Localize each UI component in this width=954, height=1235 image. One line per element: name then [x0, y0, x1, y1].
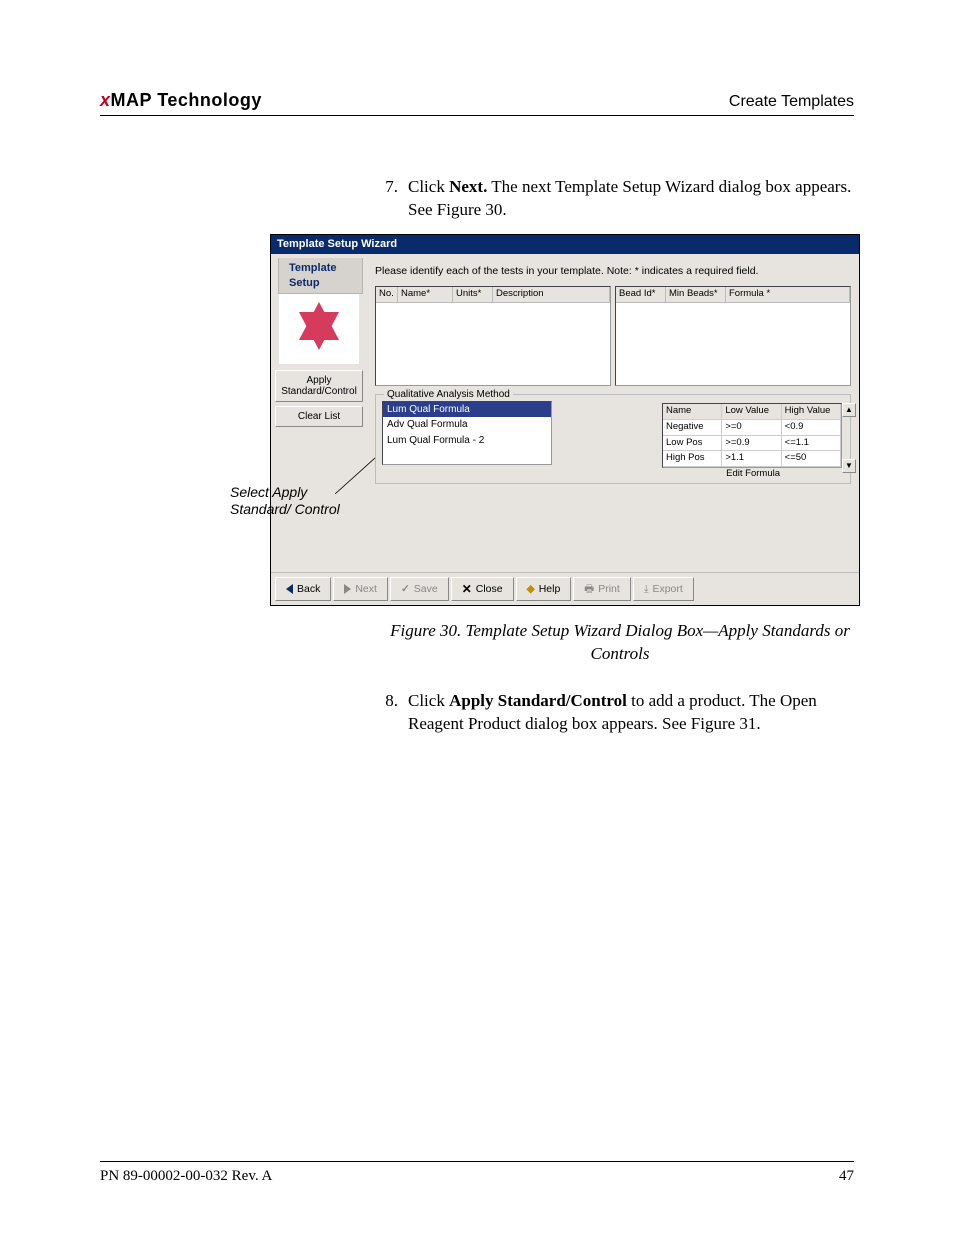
save-button[interactable]: ✓ Save [390, 577, 449, 601]
method-listbox[interactable]: Lum Qual Formula Adv Qual Formula Lum Qu… [382, 401, 552, 465]
col-units: Units* [453, 287, 493, 302]
tests-grid-right[interactable]: Bead Id* Min Beads* Formula * [615, 286, 851, 386]
print-icon: 🖶 [584, 582, 594, 596]
col-formula: Formula * [726, 287, 850, 302]
help-label: Help [539, 582, 561, 596]
step-8: 8. Click Apply Standard/Control to add a… [100, 690, 854, 736]
figure-30-caption: Figure 30. Template Setup Wizard Dialog … [380, 620, 860, 666]
print-label: Print [598, 582, 620, 596]
vt-cell: High Pos [663, 451, 722, 467]
vt-cell: Negative [663, 420, 722, 436]
vt-cell: <=50 [782, 451, 841, 467]
step-7: 7. Click Next. The next Template Setup W… [100, 176, 854, 222]
method-option[interactable]: Lum Qual Formula - 2 [383, 433, 551, 449]
help-icon: ◆ [527, 582, 535, 596]
page-footer: PN 89-00002-00-032 Rev. A 47 [100, 1161, 854, 1185]
col-name: Name* [398, 287, 453, 302]
method-option[interactable]: Lum Qual Formula [383, 402, 551, 418]
fieldset-legend: Qualitative Analysis Method [384, 388, 513, 402]
brand-x: x [100, 90, 111, 110]
callout-label: Select Apply Standard/ Control [230, 484, 340, 519]
col-desc: Description [493, 287, 610, 302]
edit-formula-button[interactable]: Edit Formula [726, 468, 780, 481]
step8-bold: Apply Standard/Control [449, 691, 627, 710]
method-option[interactable]: Adv Qual Formula [383, 417, 551, 433]
next-label: Next [355, 582, 377, 596]
step7-pre: Click [408, 177, 449, 196]
wizard-instruction: Please identify each of the tests in you… [375, 264, 851, 278]
vt-cell: <0.9 [782, 420, 841, 436]
step-text: Click Next. The next Template Setup Wiza… [408, 176, 854, 222]
figure-30: Select Apply Standard/ Control Template … [270, 234, 854, 606]
wizard-icon [279, 294, 359, 364]
next-button[interactable]: Next [333, 577, 388, 601]
template-setup-wizard: Template Setup Wizard Template Setup App… [270, 234, 860, 606]
triangle-left-icon [286, 584, 293, 594]
brand: xMAP Technology [100, 90, 262, 111]
back-button[interactable]: Back [275, 577, 331, 601]
step7-bold: Next. [449, 177, 487, 196]
scroll-up-button[interactable]: ▲ [842, 403, 856, 417]
value-table[interactable]: Name Low Value High Value Negative>=0<0.… [662, 403, 842, 468]
tests-grid-left[interactable]: No. Name* Units* Description [375, 286, 611, 386]
step-number: 7. [380, 176, 408, 222]
step-number: 8. [380, 690, 408, 736]
close-label: Close [476, 582, 503, 596]
vt-col-low: Low Value [722, 404, 781, 420]
page-header: xMAP Technology Create Templates [100, 90, 854, 116]
close-button[interactable]: ✕ Close [451, 577, 514, 601]
wizard-sidebar: Template Setup Apply Standard/Control Cl… [271, 254, 367, 572]
vt-cell: Low Pos [663, 436, 722, 452]
vt-cell: >=0.9 [722, 436, 781, 452]
brand-rest: MAP Technology [111, 90, 262, 110]
step8-pre: Click [408, 691, 449, 710]
close-icon: ✕ [462, 581, 472, 597]
export-icon: ⤓ [644, 582, 649, 596]
vt-cell: <=1.1 [782, 436, 841, 452]
back-label: Back [297, 582, 320, 596]
save-label: Save [414, 582, 438, 596]
apply-standard-control-button[interactable]: Apply Standard/Control [275, 370, 363, 402]
wizard-main: Please identify each of the tests in you… [367, 254, 859, 572]
export-label: Export [652, 582, 682, 596]
clear-list-button[interactable]: Clear List [275, 406, 363, 427]
qualitative-analysis-fieldset: Qualitative Analysis Method Lum Qual For… [375, 394, 851, 484]
step-text: Click Apply Standard/Control to add a pr… [408, 690, 854, 736]
export-button[interactable]: ⤓Export [633, 577, 694, 601]
footer-left: PN 89-00002-00-032 Rev. A [100, 1168, 272, 1185]
wizard-subtitle: Template Setup [278, 258, 363, 295]
col-no: No. [376, 287, 398, 302]
wizard-footer: Back Next ✓ Save ✕ Close ◆ Help 🖶 Print ⤓Exp… [271, 572, 859, 605]
wizard-titlebar: Template Setup Wizard [271, 235, 859, 254]
vt-cell: >=0 [722, 420, 781, 436]
col-minbeads: Min Beads* [666, 287, 726, 302]
help-button[interactable]: ◆ Help [516, 577, 572, 601]
col-beadid: Bead Id* [616, 287, 666, 302]
vt-col-high: High Value [782, 404, 841, 420]
check-icon: ✓ [401, 582, 410, 596]
print-button[interactable]: 🖶 Print [573, 577, 631, 601]
footer-page-number: 47 [839, 1168, 854, 1185]
section-title: Create Templates [729, 93, 854, 111]
triangle-right-icon [344, 584, 351, 594]
vt-cell: >1.1 [722, 451, 781, 467]
vt-col-name: Name [663, 404, 722, 420]
scroll-down-button[interactable]: ▼ [842, 459, 856, 473]
